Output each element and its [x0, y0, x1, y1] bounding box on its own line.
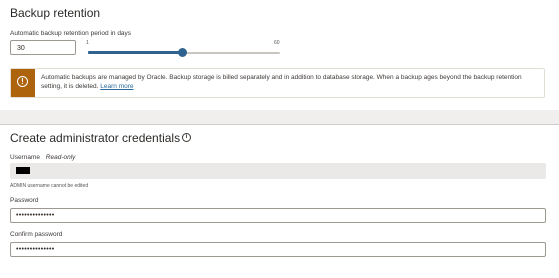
backup-warning-alert: ! Automatic backups are managed by Oracl…	[10, 68, 545, 98]
admin-credentials-title: Create administrator credentials	[10, 131, 181, 145]
slider-min-label: 1	[86, 40, 89, 46]
backup-retention-section: Backup retention Automatic backup retent…	[0, 0, 559, 110]
username-label-row: Username Read-only	[10, 154, 75, 161]
retention-slider-fill	[88, 51, 183, 54]
learn-more-link[interactable]: Learn more	[100, 83, 133, 90]
admin-credentials-section: Create administrator credentials i Usern…	[0, 124, 559, 278]
username-label: Username	[10, 154, 40, 161]
confirm-password-input[interactable]: ••••••••••••••	[10, 242, 546, 257]
read-only-note: Read-only	[45, 154, 76, 161]
retention-field-label: Automatic backup retention period in day…	[10, 30, 132, 37]
username-field	[10, 163, 546, 179]
username-redacted	[16, 167, 30, 174]
confirm-password-label: Confirm password	[10, 231, 63, 238]
backup-retention-title: Backup retention	[10, 6, 101, 20]
password-label: Password	[10, 197, 39, 204]
retention-slider-thumb[interactable]	[178, 48, 188, 57]
slider-max-label: 60	[274, 40, 280, 46]
password-input[interactable]: ••••••••••••••	[10, 208, 546, 223]
warning-strip: !	[11, 69, 35, 97]
info-icon[interactable]: i	[182, 133, 191, 142]
username-hint: ADMIN username cannot be edited	[10, 183, 89, 189]
retention-days-input[interactable]: 30	[10, 40, 76, 55]
warning-icon: !	[17, 76, 28, 87]
warning-message: Automatic backups are managed by Oracle.…	[41, 73, 541, 91]
